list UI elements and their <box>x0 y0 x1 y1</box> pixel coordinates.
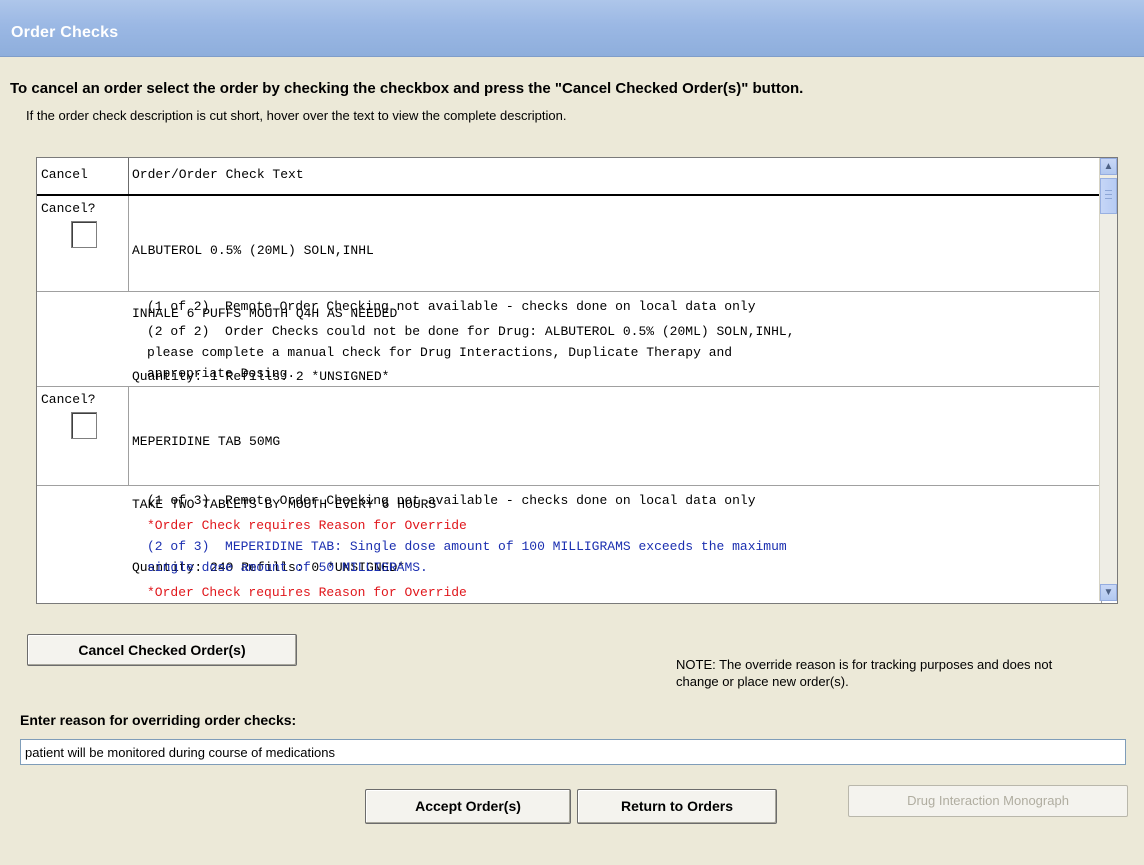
order-row: Cancel? MEPERIDINE TAB 50MG TAKE TWO TAB… <box>37 387 1102 575</box>
override-note: NOTE: The override reason is for trackin… <box>676 657 1053 689</box>
order-check-text: please complete a manual check for Drug … <box>147 345 733 360</box>
order-check-text: (2 of 3) MEPERIDINE TAB: Single dose amo… <box>147 539 787 554</box>
drug-interaction-monograph-button[interactable]: Drug Interaction Monograph <box>848 785 1128 817</box>
return-to-orders-button[interactable]: Return to Orders <box>577 789 777 824</box>
order-line: MEPERIDINE TAB 50MG <box>132 434 281 449</box>
order-check-text: (1 of 2) Remote Order Checking not avail… <box>147 299 756 314</box>
order-check-text: (1 of 3) Remote Order Checking not avail… <box>147 493 756 508</box>
column-divider <box>128 387 129 485</box>
cancel-checked-orders-button[interactable]: Cancel Checked Order(s) <box>27 634 297 666</box>
order-check-text: single dose amount of 50 MILLIGRAMS. <box>147 560 428 575</box>
order-checks-grid[interactable]: Cancel Order/Order Check Text Cancel? AL… <box>36 157 1118 604</box>
instructions-hint: If the order check description is cut sh… <box>26 108 567 123</box>
cancel-checkbox[interactable] <box>71 221 97 248</box>
order-check-text: *Order Check requires Reason for Overrid… <box>147 518 467 533</box>
cancel-label: Cancel? <box>41 201 96 216</box>
scroll-thumb[interactable] <box>1100 178 1117 214</box>
vertical-scrollbar[interactable]: ▲ ▼ <box>1099 158 1117 601</box>
column-divider <box>128 196 129 291</box>
order-check-text: *Order Check requires Reason for Overrid… <box>147 585 467 600</box>
order-row: Cancel? ALBUTEROL 0.5% (20ML) SOLN,INHL … <box>37 196 1102 384</box>
order-check-text: appropriate Dosing. <box>147 366 296 381</box>
column-header-order-text: Order/Order Check Text <box>132 167 304 182</box>
override-reason-label: Enter reason for overriding order checks… <box>20 712 297 728</box>
scroll-up-arrow-icon[interactable]: ▲ <box>1100 158 1117 175</box>
order-check-row: (1 of 3) Remote Order Checking not avail… <box>37 486 1102 603</box>
cancel-checkbox[interactable] <box>71 412 97 439</box>
order-line: ALBUTEROL 0.5% (20ML) SOLN,INHL <box>132 243 374 258</box>
column-divider <box>128 158 129 194</box>
order-check-row: (1 of 2) Remote Order Checking not avail… <box>37 292 1102 387</box>
title-bar: Order Checks <box>0 0 1144 57</box>
scroll-down-arrow-icon[interactable]: ▼ <box>1100 584 1117 601</box>
cancel-label: Cancel? <box>41 392 96 407</box>
window-title: Order Checks <box>11 24 119 41</box>
override-reason-input[interactable]: patient will be monitored during course … <box>20 739 1126 765</box>
accept-orders-button[interactable]: Accept Order(s) <box>365 789 571 824</box>
order-check-text: (2 of 2) Order Checks could not be done … <box>147 324 795 339</box>
instructions-main: To cancel an order select the order by c… <box>10 80 804 97</box>
grid-header: Cancel Order/Order Check Text <box>37 158 1115 196</box>
column-header-cancel: Cancel <box>41 167 88 182</box>
